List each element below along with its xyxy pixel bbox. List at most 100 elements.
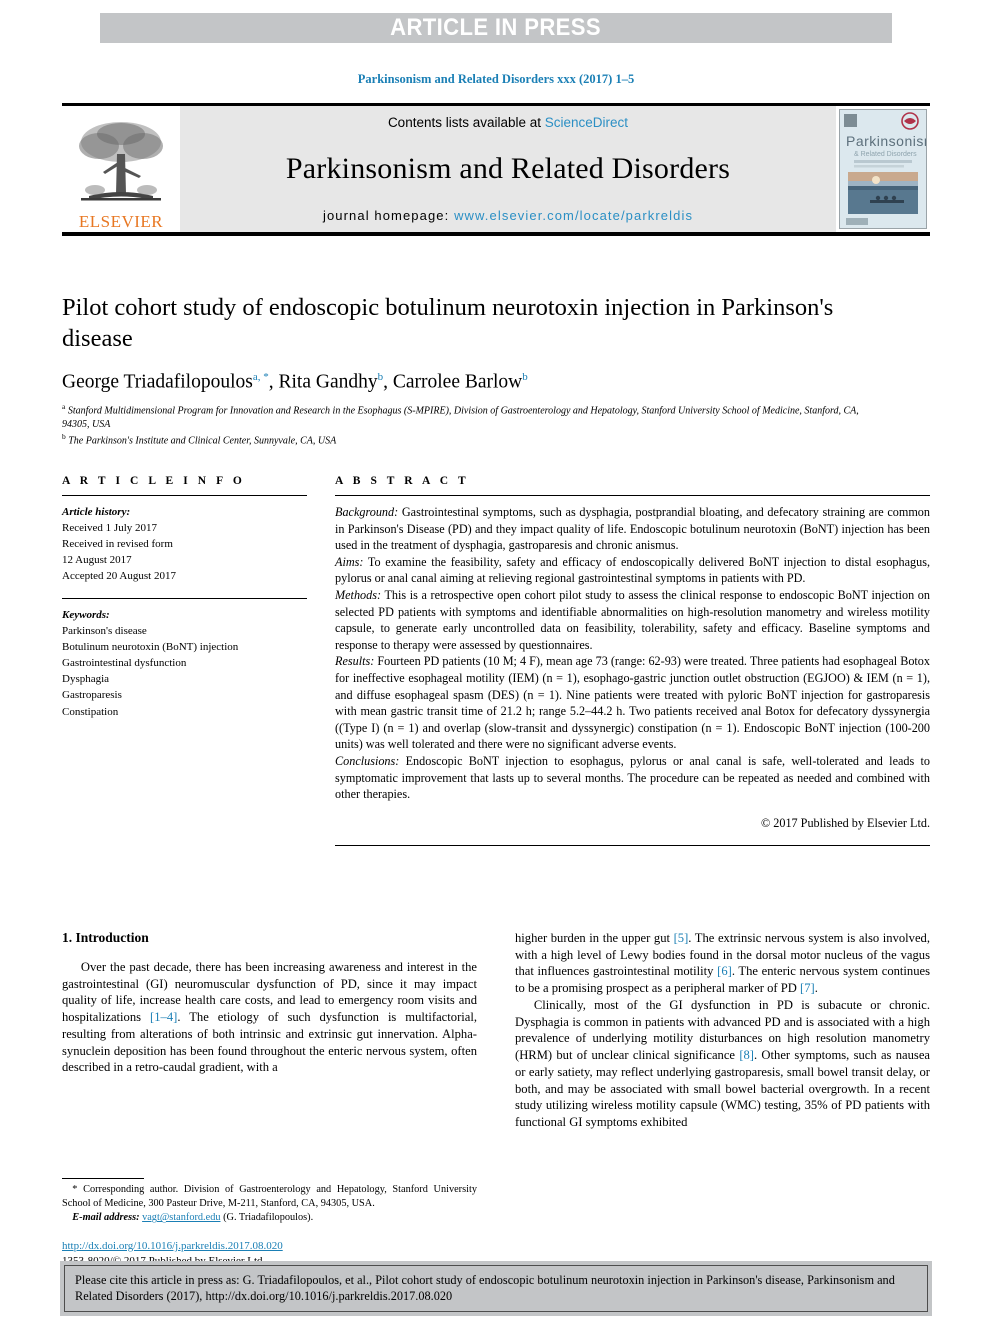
abstract-text-conclusions: Endoscopic BoNT injection to esophagus, … [335, 753, 930, 802]
corresponding-author-footnote: * Corresponding author. Division of Gast… [62, 1183, 477, 1211]
section-heading-introduction: 1. Introduction [62, 930, 149, 945]
abstract-section-methods: Methods: This is a retrospective open co… [335, 587, 930, 653]
keywords-block: Keywords: Parkinson's disease Botulinum … [62, 607, 307, 719]
right-paragraph-2: Clinically, most of the GI dysfunction i… [515, 997, 930, 1131]
email-footnote: E-mail address: vagt@stanford.edu (G. Tr… [62, 1211, 477, 1225]
article-page: ARTICLE IN PRESS Parkinsonism and Relate… [0, 0, 992, 1323]
author-mark-1: a, * [252, 371, 269, 384]
history-line-3: 12 August 2017 [62, 554, 132, 567]
keyword-item: Parkinson's disease [62, 625, 147, 638]
svg-text:& Related Disorders: & Related Disorders [854, 151, 917, 158]
article-in-press-banner: ARTICLE IN PRESS [100, 13, 892, 43]
masthead-bottom-rule [62, 232, 930, 236]
elsevier-wordmark: ELSEVIER [78, 212, 164, 231]
history-line-4: Accepted 20 August 2017 [62, 570, 176, 583]
keyword-item: Constipation [62, 705, 119, 718]
citation-ref-7[interactable]: [7] [800, 981, 815, 995]
right-text-1a: higher burden in the upper gut [515, 931, 674, 945]
article-info-heading: A R T I C L E I N F O [62, 475, 246, 487]
abstract-label-results: Results: [335, 654, 375, 669]
author-name-3: Carrolee Barlow [392, 371, 523, 393]
abstract-section-background: Background: Gastrointestinal symptoms, s… [335, 504, 930, 554]
body-columns: 1. Introduction Over the past decade, th… [62, 930, 930, 1131]
keyword-item: Botulinum neurotoxin (BoNT) injection [62, 641, 239, 654]
elsevier-logo: ELSEVIER [62, 106, 180, 232]
keyword-item: Gastrointestinal dysfunction [62, 657, 187, 670]
keyword-item: Gastroparesis [62, 689, 122, 702]
footnote-rule [62, 1178, 144, 1179]
affiliation-a: a Stanford Multidimensional Program for … [62, 402, 862, 433]
abstract-heading: A B S T R A C T [335, 475, 470, 487]
article-info-column: A R T I C L E I N F O Article history: R… [62, 475, 307, 846]
author-name-2: Rita Gandhy [278, 371, 378, 393]
citation-ref-8[interactable]: [8] [739, 1048, 754, 1062]
svg-text:Parkinsonism: Parkinsonism [846, 133, 926, 149]
body-right-column: higher burden in the upper gut [5]. The … [515, 930, 930, 1131]
affiliations: a Stanford Multidimensional Program for … [62, 402, 862, 449]
citation-ref-6[interactable]: [6] [717, 964, 732, 978]
cite-this-article-box: Please cite this article in press as: G.… [60, 1261, 932, 1316]
footnote-area: * Corresponding author. Division of Gast… [62, 1178, 477, 1226]
intro-paragraph-left: Over the past decade, there has been inc… [62, 959, 477, 1076]
abstract-section-results: Results: Fourteen PD patients (10 M; 4 F… [335, 653, 930, 753]
history-line-1: Received 1 July 2017 [62, 522, 158, 535]
article-info-rule [62, 495, 307, 496]
citation-ref-1-4[interactable]: [1–4] [150, 1010, 177, 1024]
abstract-text-methods: This is a retrospective open cohort pilo… [335, 587, 930, 652]
doi-link[interactable]: http://dx.doi.org/10.1016/j.parkreldis.2… [62, 1239, 492, 1254]
elsevier-tree-icon [79, 122, 163, 201]
citation-ref-5[interactable]: [5] [674, 931, 689, 945]
author-mark-3: b [522, 371, 528, 384]
journal-title: Parkinsonism and Related Disorders [285, 152, 731, 185]
abstract-text-results: Fourteen PD patients (10 M; 4 F), mean a… [335, 654, 930, 752]
abstract-bottom-rule [335, 845, 930, 847]
keywords-label: Keywords: [62, 609, 110, 622]
right-paragraph-1: higher burden in the upper gut [5]. The … [515, 930, 930, 997]
corresponding-author-text: Corresponding author. Division of Gastro… [62, 1184, 477, 1210]
info-abstract-region: A R T I C L E I N F O Article history: R… [62, 475, 930, 847]
contents-prefix: Contents lists available at [387, 115, 545, 130]
cite-this-article-text: Please cite this article in press as: G.… [64, 1265, 928, 1312]
email-label: E-mail address: [72, 1212, 140, 1224]
homepage-prefix: journal homepage: [322, 208, 455, 223]
article-history-label: Article history: [62, 506, 131, 518]
page-title: Pilot cohort study of endoscopic botulin… [62, 294, 834, 353]
body-left-column: 1. Introduction Over the past decade, th… [62, 930, 477, 1131]
sciencedirect-link[interactable]: ScienceDirect [545, 115, 628, 130]
journal-cover-image: Parkinsonism & Related Disorders [839, 109, 927, 229]
affiliation-mark-a: a [62, 401, 66, 411]
abstract-text-aims: To examine the feasibility, safety and e… [335, 554, 930, 586]
masthead-center: Contents lists available at ScienceDirec… [180, 106, 836, 232]
abstract-column: A B S T R A C T Background: Gastrointest… [335, 475, 930, 847]
abstract-label-aims: Aims: [335, 554, 364, 569]
affiliation-text-b: The Parkinson's Institute and Clinical C… [68, 435, 337, 447]
email-link[interactable]: vagt@stanford.edu [142, 1212, 220, 1223]
abstract-label-methods: Methods: [335, 587, 382, 602]
abstract-copyright: © 2017 Published by Elsevier Ltd. [760, 815, 930, 830]
author-mark-2: b [377, 371, 384, 384]
keyword-item: Dysphagia [62, 673, 110, 686]
abstract-text-background: Gastrointestinal symptoms, such as dysph… [335, 505, 930, 553]
title-block: Pilot cohort study of endoscopic botulin… [62, 292, 862, 449]
journal-cover-artwork-icon: Parkinsonism & Related Disorders [840, 110, 926, 228]
right-text-1d: . [814, 981, 818, 996]
abstract-body: Background: Gastrointestinal symptoms, s… [335, 504, 930, 831]
affiliation-text-a: Stanford Multidimensional Program for In… [62, 405, 859, 431]
email-suffix: (G. Triadafilopoulos). [220, 1212, 314, 1224]
journal-homepage-line: journal homepage: www.elsevier.com/locat… [323, 208, 693, 223]
article-history-block: Article history: Received 1 July 2017 Re… [62, 504, 307, 584]
keywords-rule [62, 598, 307, 600]
abstract-label-background: Background: [335, 505, 399, 519]
article-in-press-label: ARTICLE IN PRESS [390, 14, 602, 41]
abstract-section-conclusions: Conclusions: Endoscopic BoNT injection t… [335, 753, 930, 803]
contents-available-line: Contents lists available at ScienceDirec… [388, 115, 628, 130]
abstract-rule [335, 495, 930, 496]
journal-cover-thumbnail: Parkinsonism & Related Disorders [836, 106, 930, 232]
affiliation-mark-b: b [62, 432, 66, 442]
author-name-1: George Triadafilopoulos [62, 371, 253, 393]
journal-masthead: ELSEVIER Contents lists available at Sci… [62, 103, 930, 236]
journal-homepage-link[interactable]: www.elsevier.com/locate/parkreldis [454, 208, 693, 223]
abstract-label-conclusions: Conclusions: [335, 753, 400, 768]
history-line-2: Received in revised form [62, 538, 173, 551]
abstract-section-aims: Aims: To examine the feasibility, safety… [335, 554, 930, 587]
